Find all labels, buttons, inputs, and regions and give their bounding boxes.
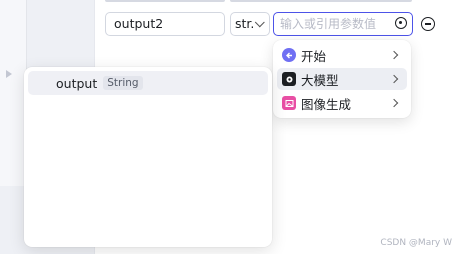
output-value-input[interactable]: 输入或引用参数值 — [273, 12, 413, 36]
previous-field-edge — [105, 0, 225, 2]
canvas-left-panel — [0, 0, 27, 186]
chevron-right-icon — [389, 50, 399, 60]
watermark: CSDN @Mary W — [380, 238, 452, 248]
remove-row-button[interactable] — [421, 17, 435, 31]
reference-variable-icon[interactable] — [395, 17, 407, 29]
start-icon — [282, 48, 296, 62]
output-name-input[interactable]: output2 — [105, 12, 225, 36]
variable-name: output — [56, 75, 98, 91]
menu-item-label: 大模型 — [301, 72, 339, 88]
variable-list-popover: output String — [24, 67, 272, 247]
expand-arrow-icon[interactable] — [6, 70, 12, 78]
chevron-right-icon — [389, 74, 399, 84]
menu-item-image-gen[interactable]: 图像生成 — [277, 92, 407, 114]
variable-item-output[interactable]: output String — [28, 71, 268, 95]
menu-item-label: 图像生成 — [301, 96, 352, 112]
chevron-right-icon — [389, 98, 399, 108]
output-type-value: str. — [235, 16, 255, 31]
previous-field-edge — [230, 0, 412, 2]
menu-item-label: 开始 — [301, 48, 327, 64]
variable-type-badge: String — [103, 76, 143, 90]
chevron-down-icon — [255, 16, 266, 27]
menu-item-start[interactable]: 开始 — [277, 44, 407, 66]
output-type-select[interactable]: str. — [230, 12, 270, 36]
llm-icon — [282, 72, 296, 86]
image-gen-icon — [282, 96, 296, 110]
reference-source-menu: 开始 大模型 图像生成 — [273, 40, 411, 118]
menu-item-llm[interactable]: 大模型 — [277, 68, 407, 90]
